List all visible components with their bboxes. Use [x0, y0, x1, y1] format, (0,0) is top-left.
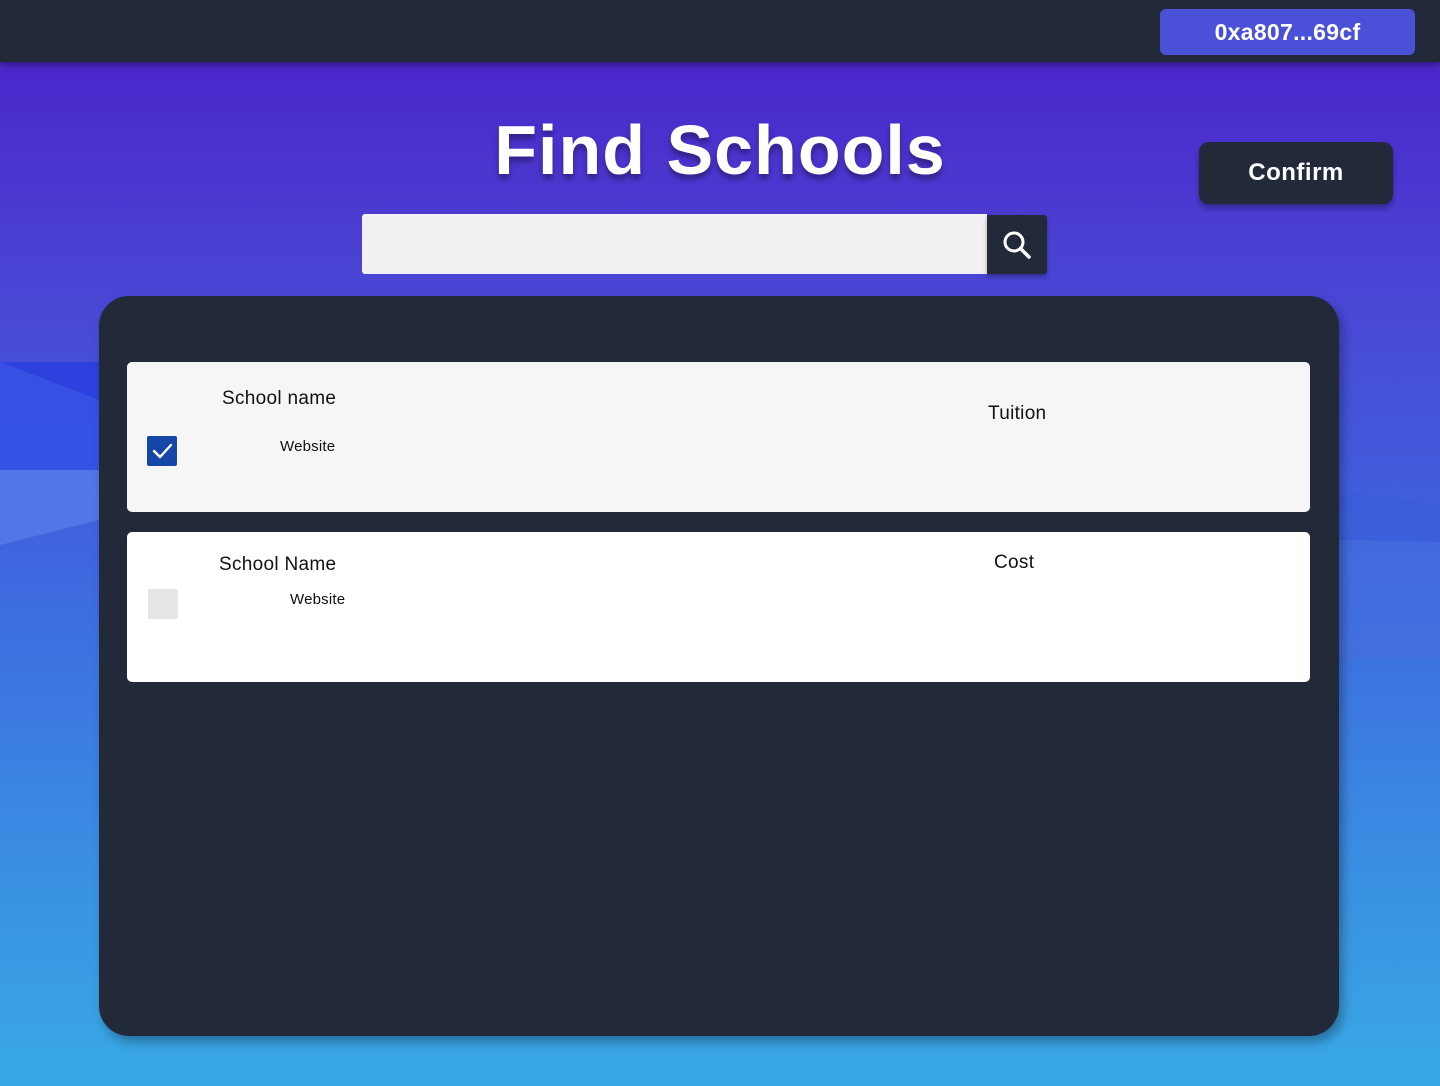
top-navigation-bar: 0xa807...69cf [0, 0, 1440, 62]
school-select-checkbox[interactable] [148, 589, 178, 619]
school-result-card[interactable]: School Name Website Cost [127, 532, 1310, 682]
search-input[interactable] [362, 214, 987, 274]
school-result-card[interactable]: School name Website Tuition [127, 362, 1310, 512]
school-website-link[interactable]: Website [280, 438, 335, 455]
school-tuition: Tuition [988, 403, 1047, 424]
school-cost: Cost [994, 552, 1035, 573]
school-website-link[interactable]: Website [290, 591, 345, 608]
school-name: School name [222, 388, 337, 409]
confirm-button[interactable]: Confirm [1199, 142, 1393, 204]
search-icon [1003, 231, 1031, 259]
wallet-address-button[interactable]: 0xa807...69cf [1160, 9, 1415, 55]
results-panel: School name Website Tuition School Name … [99, 296, 1339, 1036]
checkmark-icon [152, 443, 173, 459]
search-button[interactable] [987, 215, 1047, 274]
school-name: School Name [219, 554, 337, 575]
school-select-checkbox[interactable] [147, 436, 177, 466]
